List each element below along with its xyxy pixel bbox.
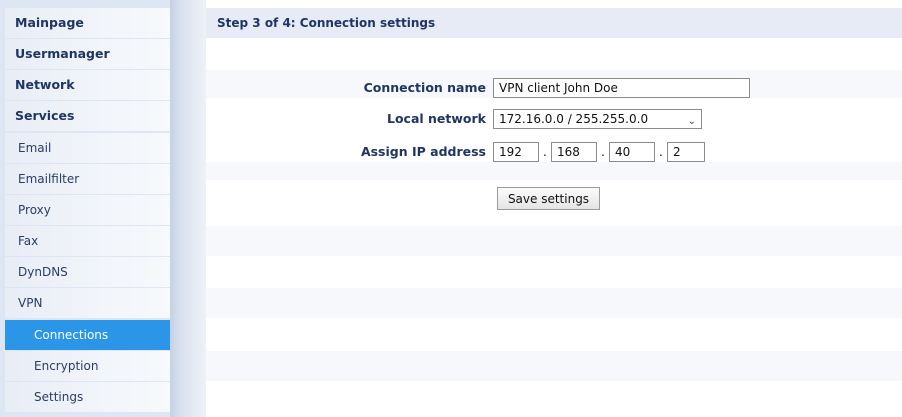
sidebar-item-encryption[interactable]: Encryption [5, 351, 170, 381]
sidebar-item-email[interactable]: Email [5, 133, 170, 163]
sidebar-item-proxy[interactable]: Proxy [5, 195, 170, 225]
sidebar-item-network[interactable]: Network [5, 70, 170, 100]
sidebar-item-dyndns[interactable]: DynDNS [5, 257, 170, 287]
page-title: Step 3 of 4: Connection settings [217, 16, 436, 30]
sidebar-item-usermanager[interactable]: Usermanager [5, 39, 170, 69]
local-network-select[interactable]: 172.16.0.0 / 255.255.0.0 ⌄ [493, 109, 702, 129]
sidebar-item-connections[interactable]: Connections [5, 320, 170, 350]
row-stripe [206, 162, 902, 180]
save-settings-button[interactable]: Save settings [497, 187, 600, 210]
sidebar: Mainpage Usermanager Network Services Em… [0, 0, 170, 417]
assign-ip-label: Assign IP address [360, 144, 486, 159]
ip-octet-4-input[interactable] [667, 142, 705, 162]
connection-name-input[interactable] [493, 78, 750, 98]
ip-separator: . [543, 145, 547, 159]
ip-octet-3-input[interactable] [609, 142, 655, 162]
sidebar-shadow [170, 0, 206, 417]
row-stripe [206, 351, 902, 381]
local-network-value: 172.16.0.0 / 255.255.0.0 [499, 112, 649, 126]
ip-octet-1-input[interactable] [493, 142, 539, 162]
local-network-label: Local network [387, 111, 486, 126]
sidebar-item-emailfilter[interactable]: Emailfilter [5, 164, 170, 194]
row-stripe [206, 288, 902, 318]
sidebar-item-services[interactable]: Services [5, 101, 170, 131]
row-stripe [206, 226, 902, 256]
ip-separator: . [601, 145, 605, 159]
ip-separator: . [659, 145, 663, 159]
ip-octet-2-input[interactable] [551, 142, 597, 162]
sidebar-item-vpn[interactable]: VPN [5, 288, 170, 318]
sidebar-item-mainpage[interactable]: Mainpage [5, 8, 170, 38]
sidebar-item-fax[interactable]: Fax [5, 226, 170, 256]
chevron-down-icon: ⌄ [687, 116, 696, 127]
sidebar-item-settings[interactable]: Settings [5, 382, 170, 412]
page-header: Step 3 of 4: Connection settings [206, 8, 902, 38]
connection-name-label: Connection name [363, 80, 486, 95]
